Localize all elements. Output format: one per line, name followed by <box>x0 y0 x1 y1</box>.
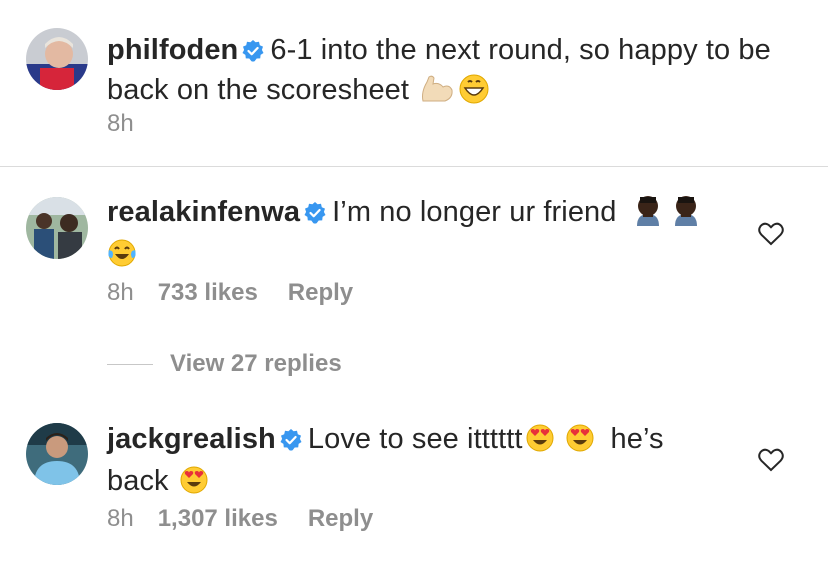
avatar-philfoden[interactable] <box>26 28 88 90</box>
man-facepalming-icon <box>631 194 665 236</box>
heart-eyes-icon <box>565 423 595 463</box>
view-replies-line <box>107 364 153 365</box>
heart-eyes-icon <box>525 423 555 463</box>
view-replies-button[interactable]: View 27 replies <box>170 350 342 378</box>
comment-2-body: Love to see itttttt <box>307 423 523 455</box>
comment-2-text: jackgrealish Love to see itttttt he’s back <box>107 421 747 505</box>
heart-eyes-icon <box>179 465 209 505</box>
comment-2-username[interactable]: jackgrealish <box>107 423 276 455</box>
caption-time[interactable]: 8h <box>107 110 134 137</box>
verified-badge-icon <box>280 424 302 461</box>
avatar-philfoden-image <box>26 28 88 90</box>
comment-1-text: realakinfenwa I’m no longer ur friend <box>107 194 747 278</box>
caption-text: philfoden 6-1 into the next round, so hap… <box>107 32 807 114</box>
avatar-realakinfenwa[interactable] <box>26 197 88 259</box>
like-heart-icon[interactable] <box>758 222 784 246</box>
comment-1-time[interactable]: 8h <box>107 279 134 306</box>
caption-username[interactable]: philfoden <box>107 34 238 66</box>
comment-1-reply-button[interactable]: Reply <box>288 279 353 306</box>
comment-1-body: I’m no longer ur friend <box>332 196 617 228</box>
comment-2-reply-button[interactable]: Reply <box>308 505 373 532</box>
avatar-realakinfenwa-image <box>26 197 88 259</box>
grinning-face-icon <box>459 74 489 114</box>
verified-badge-icon <box>242 35 264 72</box>
comment-2-time[interactable]: 8h <box>107 505 134 532</box>
avatar-jackgrealish-image <box>26 423 88 485</box>
comment-1-meta: 8h 733 likes Reply <box>107 279 383 307</box>
caption-meta: 8h <box>107 110 158 138</box>
flexed-biceps-icon <box>419 74 455 114</box>
comment-2-body-line2: back <box>107 465 169 497</box>
like-heart-icon[interactable] <box>758 448 784 472</box>
verified-badge-icon <box>304 197 326 234</box>
comment-2-likes[interactable]: 1,307 likes <box>158 505 278 532</box>
avatar-jackgrealish[interactable] <box>26 423 88 485</box>
comment-2-body-after: he’s <box>610 423 664 455</box>
comment-1-likes[interactable]: 733 likes <box>158 279 258 306</box>
face-with-tears-of-joy-icon <box>107 238 137 278</box>
man-facepalming-icon <box>669 194 703 236</box>
comment-1-username[interactable]: realakinfenwa <box>107 196 300 228</box>
comment-2-meta: 8h 1,307 likes Reply <box>107 505 403 533</box>
caption-divider <box>0 166 828 167</box>
